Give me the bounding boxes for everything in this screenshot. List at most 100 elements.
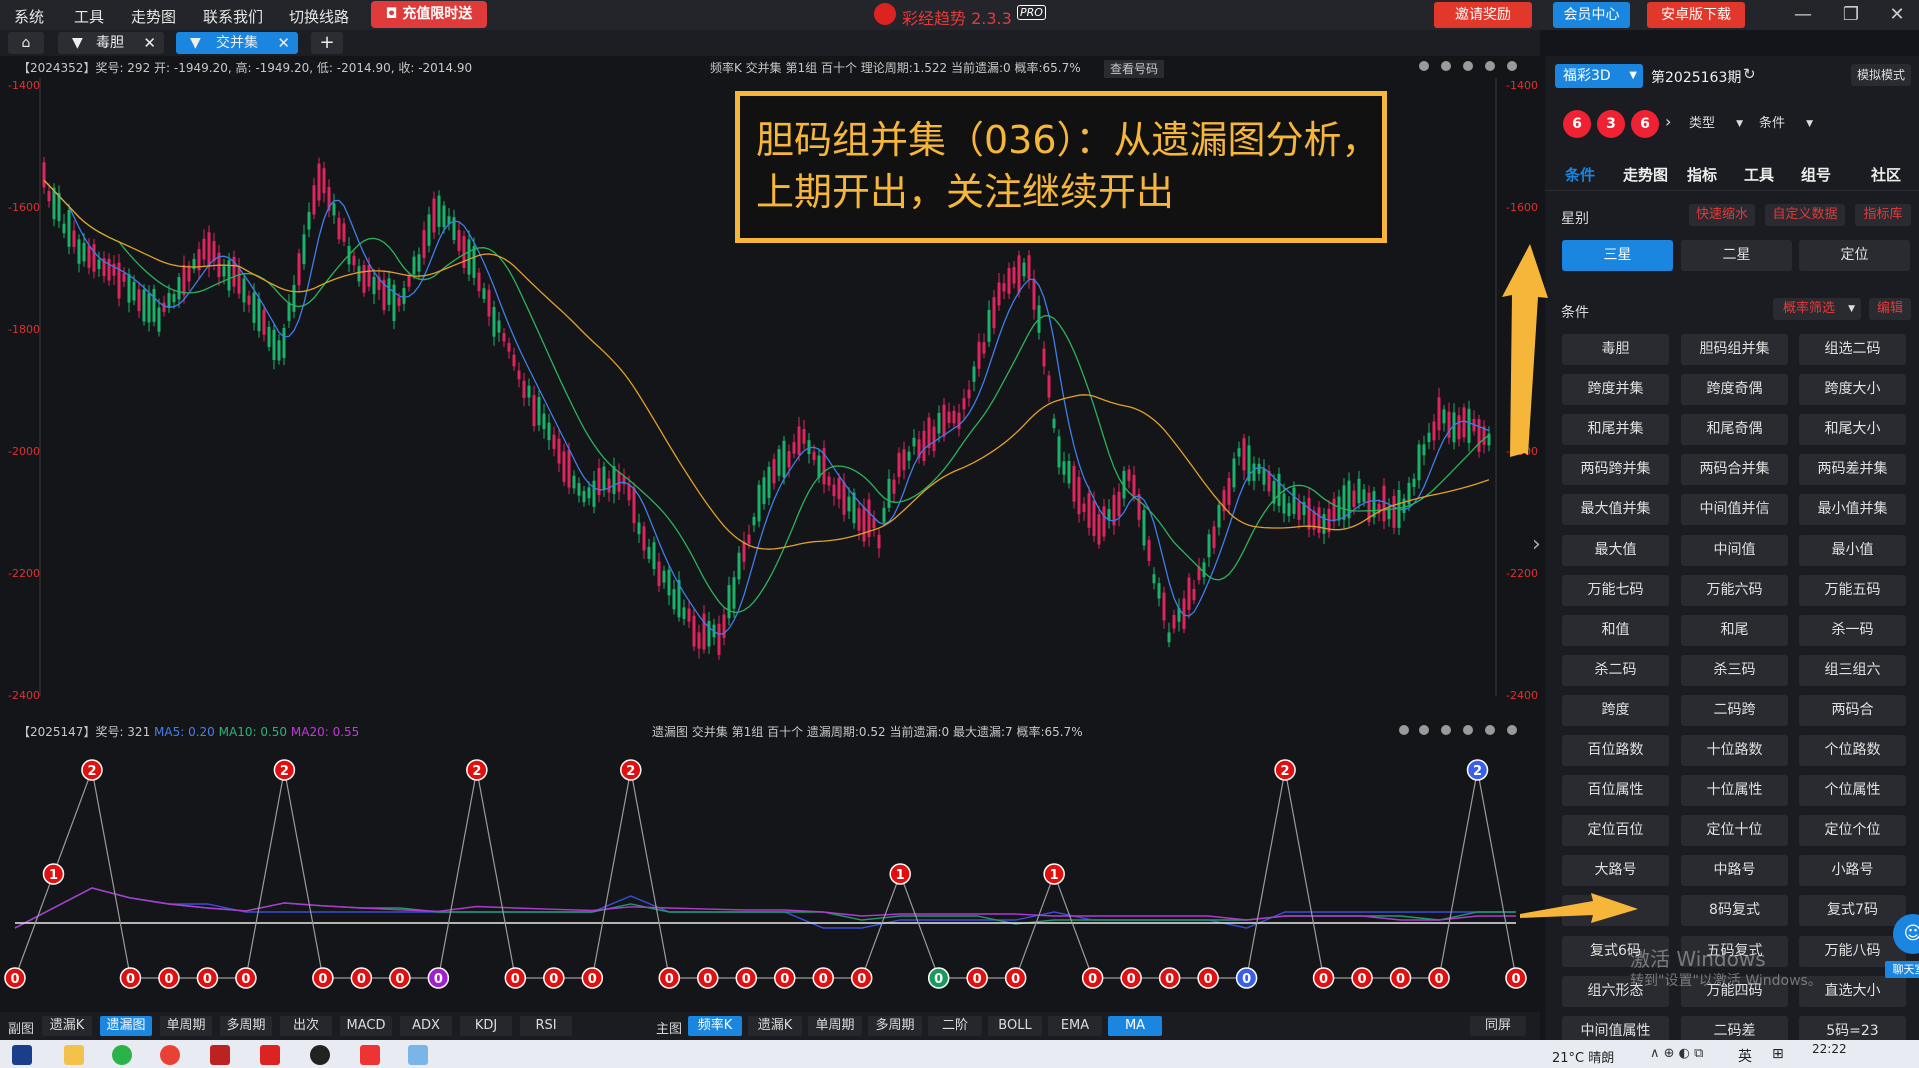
- tab-conditions[interactable]: 条件: [1565, 164, 1595, 185]
- condition-button[interactable]: 最小值并集: [1799, 494, 1906, 526]
- condition-button[interactable]: 杀三码: [1681, 654, 1788, 686]
- condition-button[interactable]: 和尾奇偶: [1681, 414, 1788, 446]
- condition-button[interactable]: 和尾大小: [1799, 414, 1906, 446]
- notepad-icon[interactable]: [408, 1045, 428, 1065]
- chart-control-icon[interactable]: [1463, 725, 1473, 735]
- tab-trend[interactable]: 走势图: [1623, 164, 1668, 185]
- close-tab-icon[interactable]: ✕: [143, 32, 156, 54]
- tab-boll[interactable]: BOLL: [988, 1016, 1042, 1036]
- condition-button[interactable]: 和值: [1562, 614, 1669, 646]
- tab-omission-k[interactable]: 遗漏K: [42, 1016, 92, 1036]
- menu-switch-line[interactable]: 切换线路: [289, 6, 349, 27]
- condition-button[interactable]: 最大值并集: [1562, 494, 1669, 526]
- condition-button[interactable]: 中间值: [1681, 534, 1788, 566]
- condition-button[interactable]: 十位属性: [1681, 775, 1788, 807]
- condition-button[interactable]: 万能五码: [1799, 574, 1906, 606]
- condition-button[interactable]: 个位路数: [1799, 735, 1906, 766]
- type-select[interactable]: 类型 ▼: [1683, 112, 1749, 136]
- chart-control-icon[interactable]: [1419, 61, 1429, 71]
- tab-group-number[interactable]: 组号: [1801, 164, 1831, 185]
- condition-button[interactable]: 中路号: [1681, 855, 1788, 887]
- menu-trend[interactable]: 走势图: [131, 6, 176, 27]
- condition-button[interactable]: 定位百位: [1562, 815, 1669, 847]
- chevron-right-icon[interactable]: ›: [1665, 112, 1671, 131]
- chart-control-icon[interactable]: [1463, 61, 1473, 71]
- menu-contact[interactable]: 联系我们: [203, 6, 263, 27]
- condition-button[interactable]: 最大值: [1562, 534, 1669, 566]
- custom-data-link[interactable]: 自定义数据: [1765, 204, 1845, 226]
- menu-system[interactable]: 系统: [14, 6, 44, 27]
- close-icon[interactable]: ✕: [1882, 4, 1912, 25]
- tab-adx[interactable]: ADX: [400, 1016, 452, 1036]
- condition-button[interactable]: 和尾: [1681, 614, 1788, 646]
- sim-mode-button[interactable]: 模拟模式: [1851, 64, 1911, 86]
- condition-button[interactable]: 8码复式: [1681, 895, 1788, 927]
- condition-button[interactable]: 小路号: [1799, 855, 1906, 887]
- tab-occurrences[interactable]: 出次: [280, 1016, 332, 1036]
- file-explorer-icon[interactable]: [64, 1045, 84, 1065]
- collapse-panel-icon[interactable]: ›: [1532, 532, 1541, 557]
- condition-button[interactable]: 十位路数: [1681, 735, 1788, 766]
- quick-reduce-link[interactable]: 快速缩水: [1689, 204, 1755, 226]
- qq-icon[interactable]: [310, 1045, 330, 1065]
- chart-control-icon[interactable]: [1441, 725, 1451, 735]
- tab-second-order[interactable]: 二阶: [928, 1016, 982, 1036]
- add-tab-icon[interactable]: +: [311, 32, 343, 54]
- menu-tools[interactable]: 工具: [74, 6, 104, 27]
- tab-main-single-cycle[interactable]: 单周期: [808, 1016, 862, 1036]
- windows-start-icon[interactable]: [12, 1045, 32, 1065]
- member-center-button[interactable]: 会员中心: [1553, 2, 1630, 28]
- promo-button[interactable]: ◘ 充值限时送: [371, 1, 487, 28]
- indicator-library-link[interactable]: 指标库: [1855, 204, 1911, 226]
- ime-indicator[interactable]: 英: [1738, 1046, 1752, 1066]
- probability-filter-select[interactable]: 概率筛选 ▼: [1773, 298, 1861, 320]
- condition-button[interactable]: 组三组六: [1799, 654, 1906, 686]
- chart-control-icon[interactable]: [1485, 61, 1495, 71]
- chat-room-button[interactable]: 聊天室: [1885, 961, 1919, 978]
- tab-multi-cycle[interactable]: 多周期: [220, 1016, 272, 1036]
- condition-button[interactable]: 两码差并集: [1799, 454, 1906, 486]
- edit-button[interactable]: 编辑: [1869, 298, 1911, 320]
- tab-ema[interactable]: EMA: [1048, 1016, 1102, 1036]
- tab-rsi[interactable]: RSI: [520, 1016, 572, 1036]
- lottery-app-icon[interactable]: [260, 1045, 280, 1065]
- chart-control-icon[interactable]: [1507, 725, 1517, 735]
- chart-control-icon[interactable]: [1441, 61, 1451, 71]
- condition-button[interactable]: 定位个位: [1799, 815, 1906, 847]
- condition-button[interactable]: 胆码组并集: [1681, 334, 1788, 365]
- condition-button[interactable]: 大路号: [1562, 855, 1669, 887]
- condition-button[interactable]: 万能七码: [1562, 574, 1669, 606]
- tab-main-multi-cycle[interactable]: 多周期: [868, 1016, 922, 1036]
- condition-button[interactable]: 定位十位: [1681, 815, 1788, 847]
- condition-button[interactable]: 百位路数: [1562, 735, 1669, 766]
- android-download-button[interactable]: 安卓版下载: [1647, 2, 1745, 28]
- app-icon[interactable]: [210, 1045, 230, 1065]
- condition-button[interactable]: [1562, 895, 1669, 927]
- tab-community[interactable]: 社区: [1871, 164, 1901, 185]
- refresh-icon[interactable]: ↻: [1743, 65, 1756, 83]
- chart-control-icon[interactable]: [1399, 725, 1409, 735]
- tab-single-cycle[interactable]: 单周期: [160, 1016, 212, 1036]
- minimize-icon[interactable]: —: [1788, 4, 1818, 25]
- condition-button[interactable]: 组选二码: [1799, 334, 1906, 365]
- condition-button[interactable]: 跨度: [1562, 694, 1669, 726]
- chart-control-icon[interactable]: [1419, 725, 1429, 735]
- close-tab-icon[interactable]: ✕: [277, 32, 290, 54]
- condition-select[interactable]: 条件 ▼: [1753, 112, 1819, 136]
- condition-button[interactable]: 最小值: [1799, 534, 1906, 566]
- condition-button[interactable]: 两码合: [1799, 694, 1906, 726]
- condition-button[interactable]: 两码跨并集: [1562, 454, 1669, 486]
- tab-kdj[interactable]: KDJ: [460, 1016, 512, 1036]
- home-icon[interactable]: ⌂: [8, 32, 44, 54]
- position-button[interactable]: 定位: [1799, 240, 1910, 271]
- browser-icon[interactable]: [160, 1045, 180, 1065]
- condition-button[interactable]: 和尾并集: [1562, 414, 1669, 446]
- condition-button[interactable]: 两码合并集: [1681, 454, 1788, 486]
- invite-button[interactable]: 邀请奖励: [1434, 2, 1532, 28]
- star-three-button[interactable]: 三星: [1562, 240, 1673, 271]
- condition-button[interactable]: 百位属性: [1562, 775, 1669, 807]
- condition-button[interactable]: 跨度并集: [1562, 374, 1669, 406]
- tab-indicators[interactable]: 指标: [1687, 164, 1717, 185]
- condition-button[interactable]: 杀一码: [1799, 614, 1906, 646]
- tab-omission-chart[interactable]: 遗漏图: [100, 1016, 152, 1036]
